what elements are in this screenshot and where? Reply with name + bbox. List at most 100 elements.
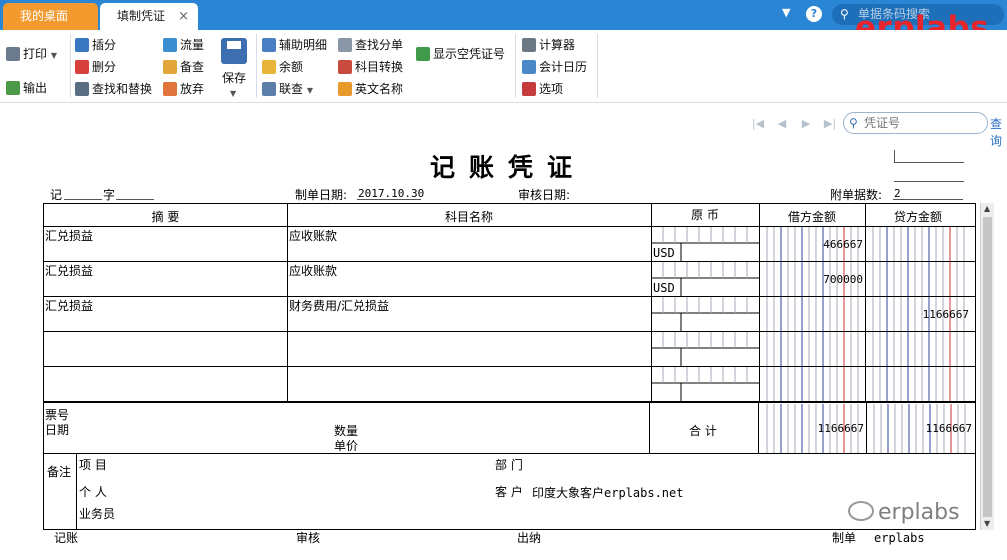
discard-label: 放弃 — [180, 82, 205, 96]
insert-entry-button[interactable]: 插分 — [75, 35, 116, 55]
delete-entry-button[interactable]: 删分 — [75, 57, 116, 77]
row-debit: 466667 — [823, 238, 863, 251]
aux-detail-label: 辅助明细 — [279, 38, 328, 52]
link-icon — [262, 82, 276, 96]
underline — [357, 199, 421, 200]
maker-value: erplabs — [874, 531, 925, 545]
scrollbar[interactable]: ▲ ▼ — [980, 203, 994, 530]
show-empty-label: 显示空凭证号 — [433, 47, 506, 61]
show-empty-voucher-button[interactable]: 显示空凭证号 — [416, 44, 505, 64]
scroll-thumb[interactable] — [983, 217, 992, 517]
find-replace-button[interactable]: 查找和替换 — [75, 79, 152, 99]
search-icon: ⚲ — [840, 7, 849, 21]
subject-convert-label: 科目转换 — [355, 60, 404, 74]
tab-my-desktop[interactable]: 我的桌面 — [3, 3, 98, 30]
link-label: 联查 — [279, 82, 304, 96]
backup-button[interactable]: 备查 — [163, 57, 204, 77]
calendar-label: 会计日历 — [539, 60, 588, 74]
english-name-button[interactable]: 英文名称 — [338, 79, 403, 99]
scroll-up-icon[interactable]: ▲ — [984, 204, 990, 213]
save-icon — [221, 38, 247, 64]
chevron-down-icon[interactable]: ▼ — [782, 6, 790, 19]
coins-icon — [262, 60, 276, 74]
salesman-label: 业务员 — [79, 507, 116, 521]
watermark-text: erplabs — [878, 500, 960, 525]
query-button[interactable]: 查询 — [990, 115, 1007, 149]
row-subject: 财务费用/汇兑损益 — [289, 299, 390, 313]
english-name-label: 英文名称 — [355, 82, 404, 96]
voucher-type-field[interactable] — [64, 199, 102, 200]
search-icon: ⚲ — [849, 116, 858, 130]
export-button[interactable]: 输出 — [6, 78, 47, 98]
find-entry-label: 查找分单 — [355, 38, 404, 52]
row-currency: USD — [653, 281, 675, 295]
divider — [256, 34, 257, 98]
next-page-icon[interactable]: ▶ — [798, 116, 814, 132]
col-divider — [758, 403, 759, 453]
first-page-icon[interactable]: |◀ — [750, 116, 766, 132]
wechat-watermark: erplabs — [848, 500, 960, 525]
scroll-down-icon[interactable]: ▼ — [984, 519, 990, 528]
id-icon — [416, 47, 430, 61]
remarks-label: 备注 — [47, 465, 72, 479]
tab-label: 填制凭证 — [117, 9, 166, 23]
calendar-button[interactable]: 会计日历 — [522, 57, 587, 77]
voucher-num-label: 字 — [103, 188, 116, 202]
delete-label: 删分 — [92, 60, 117, 74]
cashier-label: 出纳 — [517, 531, 542, 545]
voucher-title: 记账凭证 — [430, 153, 587, 182]
unit-price-label: 单价 — [334, 439, 359, 453]
row-summary: 汇兑损益 — [45, 299, 94, 313]
row-divider — [44, 453, 975, 454]
voucher-number-placeholder: 凭证号 — [864, 116, 901, 130]
row-subject: 应收账款 — [289, 229, 338, 243]
maker-label: 制单 — [832, 531, 857, 545]
row-credit: 1166667 — [922, 308, 969, 321]
print-button[interactable]: 打印 ▼ — [6, 44, 57, 64]
aux-detail-button[interactable]: 辅助明细 — [262, 35, 327, 55]
balance-label: 余额 — [279, 60, 304, 74]
row-summary: 汇兑损益 — [45, 264, 94, 278]
voucher-num-field[interactable] — [116, 199, 154, 200]
printer-icon — [6, 47, 20, 61]
customer-value: 印度大象客户erplabs.net — [532, 486, 684, 500]
insert-label: 插分 — [92, 38, 117, 52]
options-icon — [522, 82, 536, 96]
toolbar-ribbon: 打印 ▼ 输出 插分 删分 查找和替换 流量 备查 放弃 保存 ▼ 辅助明细 余… — [0, 30, 1007, 103]
export-icon — [6, 81, 20, 95]
calculator-icon — [522, 38, 536, 52]
english-icon — [338, 82, 352, 96]
subject-convert-button[interactable]: 科目转换 — [338, 57, 403, 77]
find-replace-label: 查找和替换 — [92, 82, 153, 96]
link-query-button[interactable]: 联查 ▼ — [262, 79, 313, 99]
total-credit: 1166667 — [925, 422, 972, 435]
find-entry-button[interactable]: 查找分单 — [338, 35, 403, 55]
chevron-down-icon: ▼ — [230, 89, 237, 98]
divider — [70, 34, 71, 98]
discard-icon — [163, 82, 177, 96]
underline — [894, 162, 964, 163]
flow-button[interactable]: 流量 — [163, 35, 204, 55]
discard-button[interactable]: 放弃 — [163, 79, 204, 99]
tab-fill-voucher[interactable]: 填制凭证 × — [100, 3, 198, 30]
cursor-line — [894, 150, 895, 162]
convert-icon — [338, 60, 352, 74]
help-icon[interactable]: ? — [806, 6, 822, 22]
flow-label: 流量 — [180, 38, 205, 52]
underline — [893, 199, 963, 200]
aux-detail-icon — [262, 38, 276, 52]
underline — [894, 181, 964, 182]
balance-button[interactable]: 余额 — [262, 57, 303, 77]
col-divider — [76, 453, 77, 529]
divider — [515, 34, 516, 98]
last-page-icon[interactable]: ▶| — [822, 116, 838, 132]
options-button[interactable]: 选项 — [522, 79, 563, 99]
tab-label: 我的桌面 — [20, 9, 69, 23]
close-icon[interactable]: × — [178, 3, 189, 30]
insert-icon — [75, 38, 89, 52]
prev-page-icon[interactable]: ◀ — [774, 116, 790, 132]
calculator-button[interactable]: 计算器 — [522, 35, 575, 55]
voucher-number-input[interactable]: ⚲ 凭证号 — [843, 112, 988, 134]
row-subject: 应收账款 — [289, 264, 338, 278]
total-label: 合 计 — [689, 424, 717, 438]
